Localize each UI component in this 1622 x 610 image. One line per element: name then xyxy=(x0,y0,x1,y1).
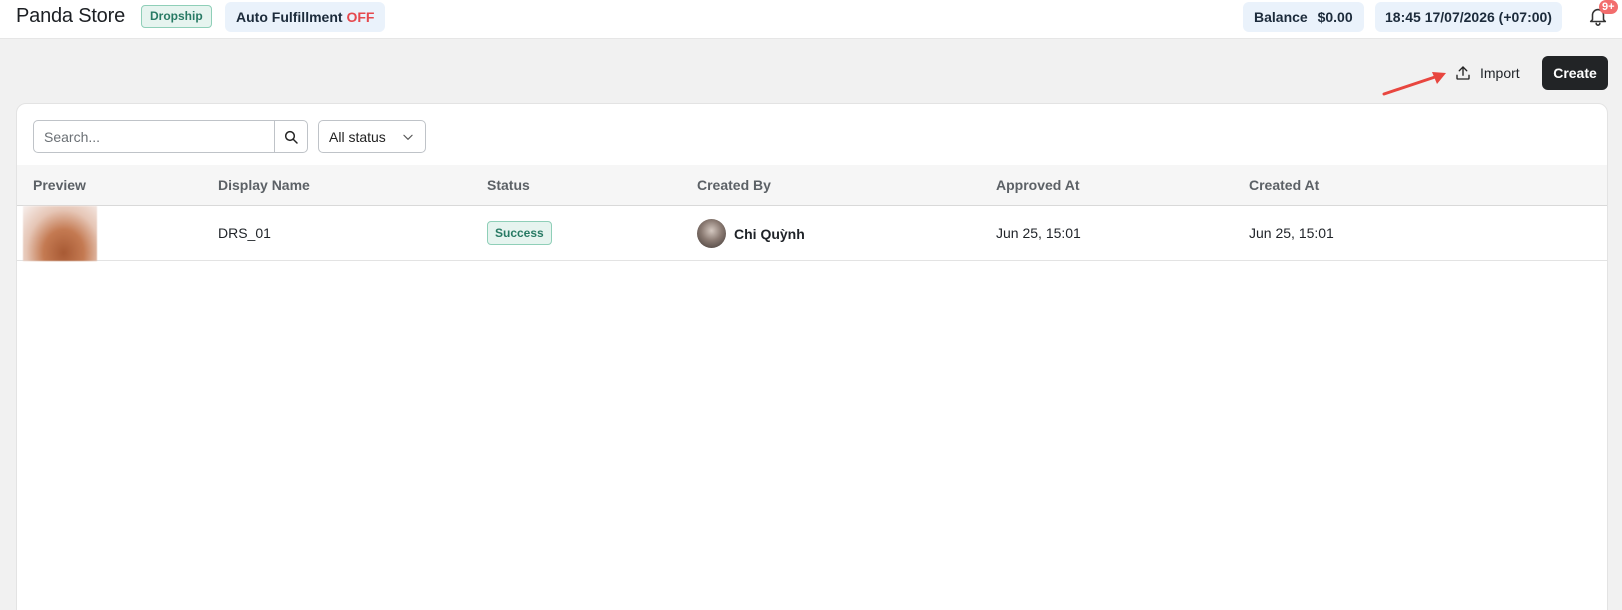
store-type-badge: Dropship xyxy=(141,5,212,28)
search-button[interactable] xyxy=(274,121,307,152)
status-badge: Success xyxy=(487,221,552,245)
created-by-cell: Chi Quỳnh xyxy=(697,219,805,248)
table-row[interactable]: DRS_01 Success Chi Quỳnh Jun 25, 15:01 J… xyxy=(17,206,1607,261)
notification-count-badge: 9+ xyxy=(1599,0,1618,14)
search-icon xyxy=(284,130,298,144)
creator-name: Chi Quỳnh xyxy=(734,225,805,242)
datetime-chip: 18:45 17/07/2026 (+07:00) xyxy=(1375,2,1562,32)
column-header-approved-at[interactable]: Approved At xyxy=(996,165,1079,205)
table-header: Preview Display Name Status Created By A… xyxy=(17,165,1607,206)
status-filter-value: All status xyxy=(329,128,386,145)
approved-at-cell: Jun 25, 15:01 xyxy=(996,225,1081,241)
column-header-status[interactable]: Status xyxy=(487,165,530,205)
search-input[interactable] xyxy=(34,121,274,152)
column-header-created-by[interactable]: Created By xyxy=(697,165,771,205)
upload-icon xyxy=(1456,66,1470,80)
auto-fulfillment-state: OFF xyxy=(346,9,375,25)
column-header-created-at[interactable]: Created At xyxy=(1249,165,1319,205)
created-at-cell: Jun 25, 15:01 xyxy=(1249,225,1334,241)
designs-table-card: All status Preview Display Name Status C… xyxy=(16,103,1608,610)
status-filter-select[interactable]: All status xyxy=(318,120,426,153)
auto-fulfillment-toggle[interactable]: Auto Fulfillment OFF xyxy=(225,2,386,32)
store-name: Panda Store xyxy=(16,5,125,27)
chevron-down-icon xyxy=(403,134,413,140)
column-header-preview[interactable]: Preview xyxy=(33,165,86,205)
import-label: Import xyxy=(1480,65,1520,81)
balance-amount: $0.00 xyxy=(1317,9,1353,25)
auto-fulfillment-label: Auto Fulfillment xyxy=(236,9,343,25)
annotation-arrow xyxy=(1382,72,1446,96)
column-header-display-name[interactable]: Display Name xyxy=(218,165,310,205)
import-button[interactable]: Import xyxy=(1448,58,1526,88)
balance-chip[interactable]: Balance $0.00 xyxy=(1243,2,1364,32)
balance-label: Balance xyxy=(1254,9,1308,25)
design-preview-thumbnail[interactable] xyxy=(23,206,97,261)
search-box xyxy=(33,120,308,153)
avatar xyxy=(697,219,726,248)
create-button[interactable]: Create xyxy=(1542,56,1608,90)
display-name-cell[interactable]: DRS_01 xyxy=(218,206,271,261)
top-bar: Panda Store Dropship Auto Fulfillment OF… xyxy=(0,0,1622,39)
